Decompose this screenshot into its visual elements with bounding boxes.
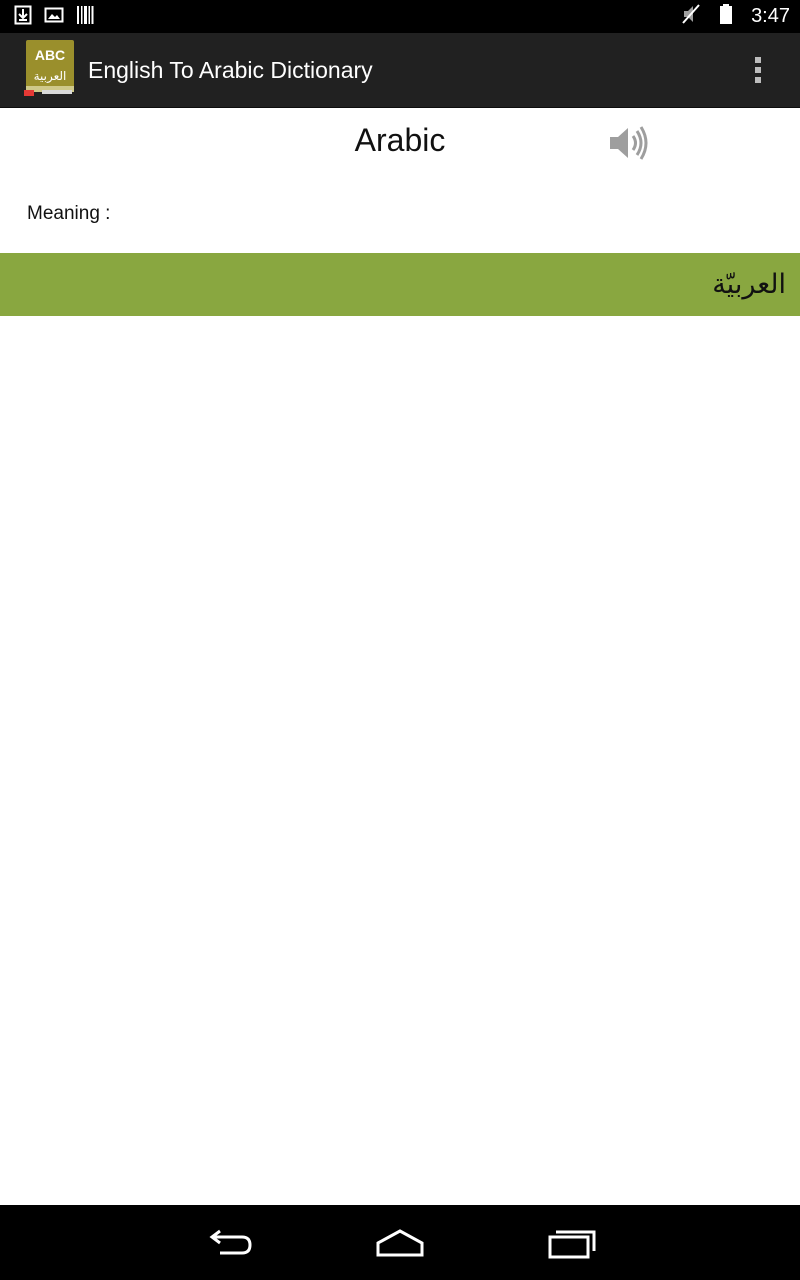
speaker-icon[interactable]	[606, 122, 650, 164]
svg-text:ABC: ABC	[35, 47, 65, 63]
meaning-label: Meaning :	[27, 203, 111, 224]
download-icon	[14, 5, 32, 30]
translation-bar: العربيّة	[0, 253, 800, 316]
barcode-icon	[76, 5, 94, 30]
notification-icons	[14, 5, 94, 30]
app-logo: ABC العربية	[24, 38, 76, 100]
muted-icon	[681, 3, 701, 30]
action-bar: ABC العربية English To Arabic Dictionary	[0, 33, 800, 108]
back-icon[interactable]	[200, 1223, 260, 1263]
status-bar: 3:47	[0, 0, 800, 33]
home-icon[interactable]	[370, 1223, 430, 1263]
translation-text: العربيّة	[712, 269, 786, 300]
app-title: English To Arabic Dictionary	[88, 57, 373, 83]
image-icon	[44, 6, 64, 29]
overflow-menu-icon[interactable]	[746, 53, 770, 87]
battery-icon	[719, 3, 733, 30]
status-time: 3:47	[751, 5, 790, 27]
svg-text:العربية: العربية	[34, 69, 67, 84]
recent-apps-icon[interactable]	[542, 1223, 602, 1263]
navigation-bar	[0, 1205, 800, 1280]
word-heading: Arabic	[354, 122, 446, 158]
system-icons: 3:47	[681, 0, 790, 33]
